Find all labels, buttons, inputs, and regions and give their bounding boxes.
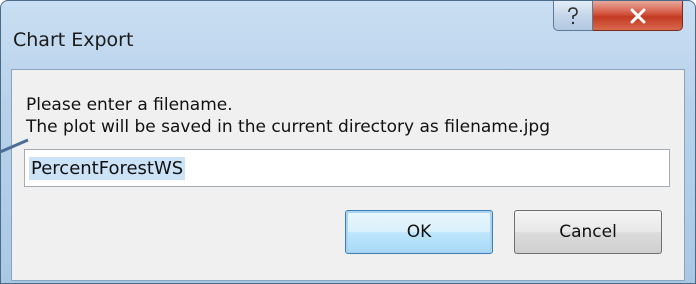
dialog-window: Chart Export Please enter a filename. Th… [0,0,696,284]
ok-button[interactable]: OK [345,210,493,254]
help-button[interactable] [553,1,593,31]
cancel-button[interactable]: Cancel [514,210,662,254]
prompt-line-1: Please enter a filename. [26,95,233,115]
window-title: Chart Export [13,29,134,51]
title-bar[interactable]: Chart Export [1,1,695,57]
close-button[interactable] [593,1,683,31]
dialog-body: Please enter a filename. The plot will b… [11,69,685,281]
filename-input[interactable]: PercentForestWS [24,149,670,187]
close-icon [630,8,645,23]
help-icon [568,6,578,24]
caption-buttons [553,1,683,31]
filename-input-value: PercentForestWS [29,156,186,180]
arrow-pointer-icon [0,138,29,154]
prompt-line-2: The plot will be saved in the current di… [26,117,551,137]
prompt-message: Please enter a filename. The plot will b… [26,94,550,138]
